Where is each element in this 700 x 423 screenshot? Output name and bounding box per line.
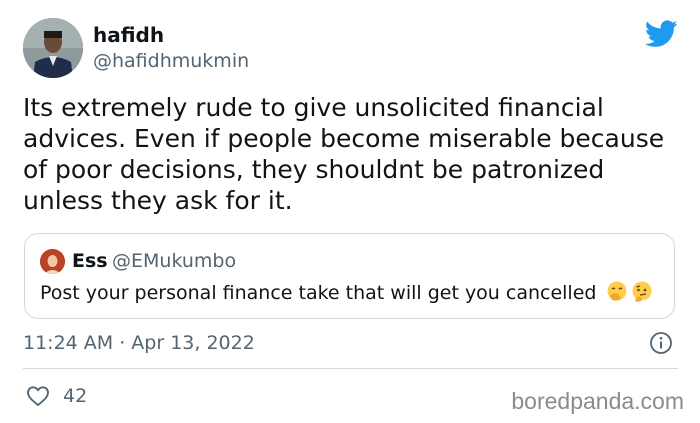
tweet-text-line: of poor decisions, they shouldnt be patr…	[23, 155, 605, 184]
like-count: 42	[63, 385, 88, 407]
info-icon[interactable]	[649, 331, 673, 355]
quoted-user-handle[interactable]: @EMukumbo	[112, 250, 236, 272]
face-with-hand-over-mouth-icon	[607, 281, 627, 301]
thinking-face-icon	[632, 281, 652, 302]
avatar[interactable]	[23, 18, 83, 78]
quoted-tweet-text: Post your personal finance take that wil…	[40, 281, 653, 305]
tweet-text-line: Its extremely rude to give unsolicited f…	[23, 93, 604, 122]
quoted-avatar-photo	[40, 249, 65, 274]
tweet-text-line: advices. Even if people become miserable…	[23, 124, 665, 153]
quoted-text: Post your personal finance take that wil…	[40, 282, 597, 304]
twitter-bird-icon[interactable]	[645, 20, 678, 48]
divider	[23, 368, 678, 369]
tweet-text: Its extremely rude to give unsolicited f…	[23, 92, 678, 216]
tweet-timestamp[interactable]: 11:24 AM · Apr 13, 2022	[23, 331, 255, 355]
quoted-display-name[interactable]: Ess	[72, 250, 108, 272]
quoted-avatar[interactable]	[40, 249, 65, 274]
heart-icon[interactable]	[26, 385, 50, 407]
tweet-text-line: unless they ask for it.	[23, 186, 293, 215]
watermark: boredpanda.com	[511, 388, 684, 414]
display-name[interactable]: hafidh	[93, 23, 164, 47]
user-handle[interactable]: @hafidhmukmin	[93, 50, 249, 72]
avatar-photo	[23, 18, 83, 78]
quoted-tweet[interactable]: Ess @EMukumbo Post your personal finance…	[24, 233, 675, 319]
